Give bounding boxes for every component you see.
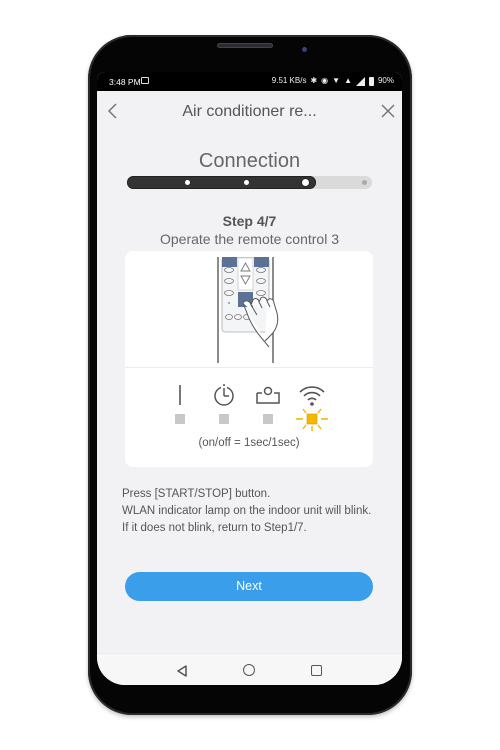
- chevron-left-icon: [107, 103, 117, 119]
- timer-icon: [214, 384, 234, 406]
- instruction-text: Press [START/STOP] button. WLAN indicato…: [122, 486, 382, 537]
- close-button[interactable]: [380, 101, 396, 121]
- unit-icon: [256, 386, 280, 404]
- data-transfer-icon: ▲: [344, 76, 352, 85]
- bluetooth-icon: ✱: [310, 76, 318, 85]
- blink-rays-icon: [296, 408, 328, 431]
- remote-control-illustration: [217, 257, 279, 363]
- instruction-line: If it does not blink, return to Step1/7.: [122, 522, 307, 534]
- close-icon: [381, 104, 395, 118]
- signal-icon: [355, 76, 365, 86]
- filter-lamp: [263, 414, 273, 424]
- status-time: 3:48 PM: [109, 77, 141, 87]
- power-line-icon: [179, 385, 181, 405]
- step-label: Step 4/7: [222, 213, 277, 229]
- instruction-line: WLAN indicator lamp on the indoor unit w…: [122, 505, 372, 517]
- timer-indicator: [209, 381, 239, 429]
- status-right: 9.51 KB/s ✱ ◉ ▼ ▲ 90%: [272, 76, 394, 86]
- progress-dot-current: [301, 179, 309, 186]
- status-bar: 3:48 PM 9.51 KB/s ✱ ◉ ▼ ▲ 90%: [97, 72, 402, 91]
- earpiece-speaker: [217, 43, 273, 48]
- power-lamp: [175, 414, 185, 424]
- blink-note: (on/off = 1sec/1sec): [198, 437, 300, 449]
- wifi-icon: ▼: [332, 76, 341, 85]
- front-camera: [302, 47, 307, 52]
- instruction-card: (on/off = 1sec/1sec): [125, 251, 373, 467]
- progress-dot-done: [243, 180, 249, 185]
- power-indicator: [165, 381, 195, 429]
- page-title: Air conditioner re...: [182, 103, 317, 120]
- net-speed: 9.51 KB/s: [271, 76, 307, 85]
- app-header: Air conditioner re...: [97, 91, 402, 133]
- card-divider: [125, 367, 373, 368]
- nav-recents-icon[interactable]: [311, 665, 322, 676]
- next-button[interactable]: Next: [125, 572, 373, 601]
- nav-back-icon[interactable]: [176, 665, 188, 677]
- indicator-row: [165, 381, 335, 431]
- filter-indicator: [253, 381, 283, 429]
- wlan-indicator: [296, 381, 328, 431]
- screenshot-icon: [141, 77, 149, 84]
- nav-home-icon[interactable]: [243, 664, 255, 676]
- battery-icon: [368, 76, 374, 86]
- section-title: Connection: [198, 150, 301, 172]
- screen: 3:48 PM 9.51 KB/s ✱ ◉ ▼ ▲ 90% Air condit…: [97, 72, 402, 685]
- timer-lamp: [219, 414, 229, 424]
- battery-percent: 90%: [377, 76, 394, 85]
- system-nav-bar: [97, 653, 402, 685]
- progress-dot-pending: [361, 180, 367, 185]
- progress-bar: [127, 176, 372, 189]
- instruction-line: Press [START/STOP] button.: [122, 488, 271, 500]
- progress-dot-done: [184, 180, 190, 185]
- step-instruction: Operate the remote control 3: [160, 231, 339, 247]
- progress-fill: [127, 176, 316, 189]
- vibrate-icon: ◉: [321, 76, 329, 85]
- back-button[interactable]: [105, 101, 121, 121]
